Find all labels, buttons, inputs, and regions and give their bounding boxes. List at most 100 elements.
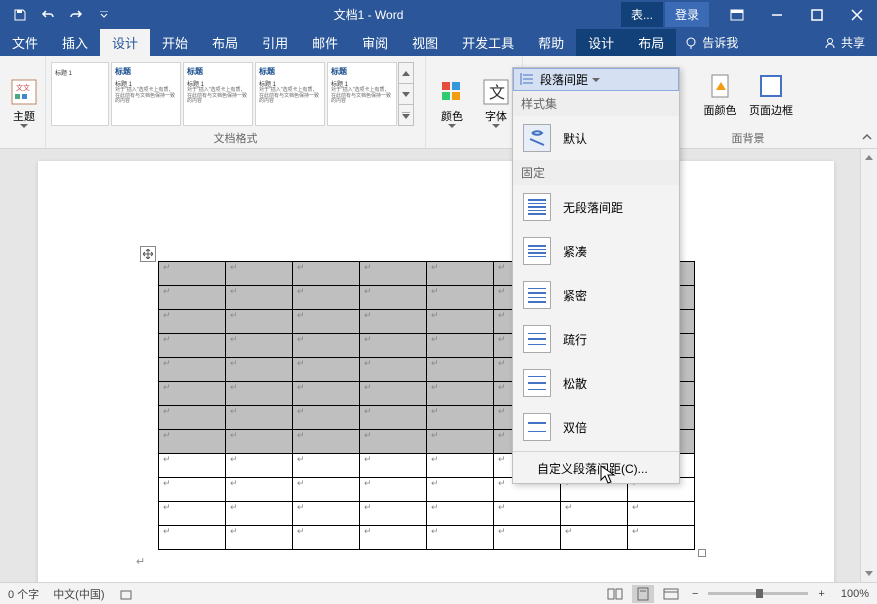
gallery-item[interactable]: 标题 1 xyxy=(51,62,109,126)
table-cell[interactable] xyxy=(159,406,226,430)
spacing-none[interactable]: 无段落间距 xyxy=(513,185,679,229)
table-cell[interactable] xyxy=(427,478,494,502)
scroll-down-button[interactable] xyxy=(861,565,877,582)
table-cell[interactable] xyxy=(226,382,293,406)
table-cell[interactable] xyxy=(226,502,293,526)
tab-table-design[interactable]: 设计 xyxy=(576,29,626,56)
tab-design[interactable]: 设计 xyxy=(100,29,150,56)
tab-file[interactable]: 文件 xyxy=(0,29,50,56)
table-cell[interactable] xyxy=(159,502,226,526)
table-cell[interactable] xyxy=(427,334,494,358)
table-cell[interactable] xyxy=(293,526,360,550)
table-cell[interactable] xyxy=(226,430,293,454)
table-cell[interactable] xyxy=(159,286,226,310)
table-resize-handle[interactable] xyxy=(698,549,706,557)
table-cell[interactable] xyxy=(427,526,494,550)
zoom-slider[interactable] xyxy=(708,592,808,595)
tab-table-layout[interactable]: 布局 xyxy=(626,29,676,56)
login-button[interactable]: 登录 xyxy=(665,2,709,27)
table-cell[interactable] xyxy=(427,286,494,310)
table-cell[interactable] xyxy=(360,454,427,478)
spacing-compact[interactable]: 紧凑 xyxy=(513,229,679,273)
table-tools-tab[interactable]: 表... xyxy=(621,2,663,27)
gallery-item[interactable]: 标题标题 1对于"插入"选项卡上有质，在此前有与文档色保持一致的内容 xyxy=(255,62,325,126)
colors-button[interactable]: 颜色 xyxy=(430,74,474,130)
scroll-up-button[interactable] xyxy=(861,149,877,166)
table-cell[interactable] xyxy=(226,310,293,334)
table-cell[interactable] xyxy=(360,334,427,358)
table-cell[interactable] xyxy=(293,478,360,502)
spacing-relaxed[interactable]: 松散 xyxy=(513,361,679,405)
table-cell[interactable] xyxy=(293,502,360,526)
tab-layout[interactable]: 布局 xyxy=(200,29,250,56)
qat-customize-button[interactable] xyxy=(92,3,116,27)
print-layout-button[interactable] xyxy=(632,585,654,603)
table-cell[interactable] xyxy=(360,502,427,526)
spacing-default[interactable]: 默认 xyxy=(513,116,679,160)
table-cell[interactable] xyxy=(628,502,695,526)
table-cell[interactable] xyxy=(427,262,494,286)
table-cell[interactable] xyxy=(293,358,360,382)
gallery-scroll-down[interactable] xyxy=(399,84,413,105)
spacing-custom[interactable]: 自定义段落间距(C)... xyxy=(513,454,679,483)
table-cell[interactable] xyxy=(159,430,226,454)
table-move-handle[interactable] xyxy=(140,246,156,262)
table-cell[interactable] xyxy=(293,334,360,358)
table-cell[interactable] xyxy=(226,262,293,286)
table-cell[interactable] xyxy=(293,286,360,310)
table-cell[interactable] xyxy=(360,286,427,310)
table-cell[interactable] xyxy=(427,454,494,478)
page-border-button[interactable]: 页面边框 xyxy=(743,68,799,120)
share-button[interactable]: 共享 xyxy=(811,29,877,56)
tab-references[interactable]: 引用 xyxy=(250,29,300,56)
table-cell[interactable] xyxy=(159,262,226,286)
vertical-scrollbar[interactable] xyxy=(860,149,877,582)
collapse-ribbon-button[interactable] xyxy=(861,131,873,146)
table-cell[interactable] xyxy=(159,382,226,406)
gallery-more[interactable] xyxy=(399,105,413,125)
paragraph-spacing-trigger[interactable]: 段落间距 xyxy=(513,68,679,91)
table-cell[interactable] xyxy=(561,502,628,526)
language-status[interactable]: 中文(中国) xyxy=(53,586,104,602)
table-cell[interactable] xyxy=(293,454,360,478)
table-cell[interactable] xyxy=(159,310,226,334)
table-cell[interactable] xyxy=(360,526,427,550)
table-cell[interactable] xyxy=(226,478,293,502)
tab-home[interactable]: 开始 xyxy=(150,29,200,56)
table-cell[interactable] xyxy=(427,310,494,334)
table-cell[interactable] xyxy=(561,526,628,550)
table-cell[interactable] xyxy=(360,406,427,430)
gallery-item[interactable]: 标题标题 1对于"插入"选项卡上有质，在此前有与文档色保持一致的内容 xyxy=(183,62,253,126)
tab-review[interactable]: 审阅 xyxy=(350,29,400,56)
tellme-search[interactable]: 告诉我 xyxy=(684,29,738,56)
table-cell[interactable] xyxy=(226,454,293,478)
table-cell[interactable] xyxy=(427,382,494,406)
table-cell[interactable] xyxy=(360,430,427,454)
tab-mailings[interactable]: 邮件 xyxy=(300,29,350,56)
maximize-button[interactable] xyxy=(797,0,837,29)
word-count[interactable]: 0 个字 xyxy=(8,586,39,602)
table-cell[interactable] xyxy=(360,262,427,286)
themes-button[interactable]: 文文 主题 xyxy=(4,74,44,130)
table-cell[interactable] xyxy=(360,478,427,502)
table-cell[interactable] xyxy=(293,430,360,454)
table-cell[interactable] xyxy=(427,502,494,526)
table-cell[interactable] xyxy=(226,358,293,382)
table-cell[interactable] xyxy=(427,358,494,382)
table-cell[interactable] xyxy=(293,262,360,286)
spacing-double[interactable]: 双倍 xyxy=(513,405,679,449)
ribbon-display-options[interactable] xyxy=(717,0,757,29)
document-format-gallery[interactable]: 标题 1 标题标题 1对于"插入"选项卡上有质，在此前有与文档色保持一致的内容 … xyxy=(50,60,414,128)
table-cell[interactable] xyxy=(427,430,494,454)
table-cell[interactable] xyxy=(159,358,226,382)
accessibility-icon[interactable] xyxy=(119,587,133,601)
tab-view[interactable]: 视图 xyxy=(400,29,450,56)
spacing-open[interactable]: 疏行 xyxy=(513,317,679,361)
zoom-in-button[interactable]: + xyxy=(814,588,828,600)
close-button[interactable] xyxy=(837,0,877,29)
zoom-out-button[interactable]: − xyxy=(688,588,702,600)
zoom-level[interactable]: 100% xyxy=(841,588,869,600)
redo-button[interactable] xyxy=(64,3,88,27)
read-mode-button[interactable] xyxy=(604,585,626,603)
tab-help[interactable]: 帮助 xyxy=(526,29,576,56)
